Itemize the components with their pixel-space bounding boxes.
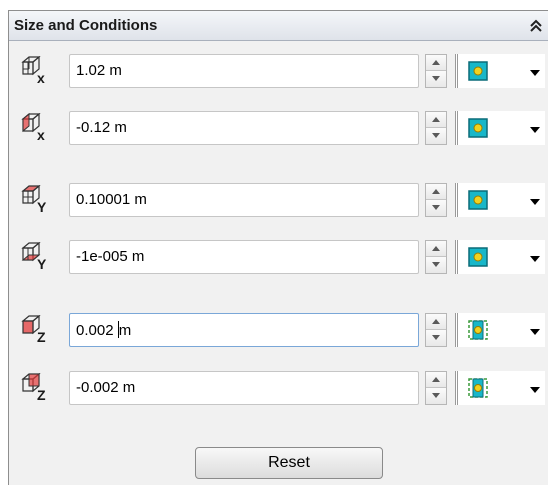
z-min-input[interactable]: -0.002 m [69,371,419,405]
dropdown-arrow-icon[interactable] [530,127,540,133]
x-min-input[interactable]: -0.12 m [69,111,419,145]
spin-down-button[interactable] [426,388,446,404]
size-row-x-positive: x 1.02 m [9,54,548,94]
reset-button[interactable]: Reset [195,447,383,479]
spin-down-button[interactable] [426,200,446,216]
spin-up-button[interactable] [426,112,446,128]
panel-title: Size and Conditions [14,17,158,34]
axis-label: Y [37,199,47,215]
axis-label: Y [37,256,47,272]
size-row-z-negative: Z -0.002 m [9,371,548,411]
panel-header[interactable]: Size and Conditions [9,11,548,41]
dropdown-arrow-icon[interactable] [530,329,540,335]
box-z-positive-icon: Z [19,314,49,345]
spin-up-button[interactable] [426,241,446,257]
box-y-negative-icon: Y [19,241,49,272]
dropdown-arrow-icon[interactable] [530,387,540,393]
dropdown-arrow-icon[interactable] [530,199,540,205]
z-max-value: 0.002 m [76,321,132,339]
box-y-positive-icon: Y [19,184,49,215]
spin-up-button[interactable] [426,184,446,200]
z-min-spinner[interactable] [425,371,447,405]
spin-down-button[interactable] [426,330,446,346]
spin-up-button[interactable] [426,372,446,388]
x-max-spinner[interactable] [425,54,447,88]
axis-label: x [37,127,45,143]
size-row-z-positive: Z 0.002 m [9,313,548,353]
spin-down-button[interactable] [426,257,446,273]
y-max-spinner[interactable] [425,183,447,217]
condition-fixed-icon [468,190,488,210]
y-min-input[interactable]: -1e-005 m [69,240,419,274]
axis-label: Z [37,387,46,403]
condition-dashed-icon [468,378,488,398]
z-min-condition-dropdown[interactable] [455,371,545,405]
collapse-chevron-icon[interactable] [529,19,543,33]
condition-fixed-icon [468,61,488,81]
y-min-spinner[interactable] [425,240,447,274]
condition-fixed-icon [468,247,488,267]
x-max-condition-dropdown[interactable] [455,54,545,88]
z-max-input[interactable]: 0.002 m [69,313,419,347]
spin-up-button[interactable] [426,55,446,71]
axis-label: x [37,70,45,86]
dropdown-arrow-icon[interactable] [530,256,540,262]
spin-down-button[interactable] [426,71,446,87]
box-z-negative-icon: Z [19,372,49,403]
x-max-input[interactable]: 1.02 m [69,54,419,88]
axis-label: Z [37,329,46,345]
z-max-spinner[interactable] [425,313,447,347]
y-max-condition-dropdown[interactable] [455,183,545,217]
size-row-x-negative: x -0.12 m [9,111,548,151]
size-and-conditions-panel: Size and Conditions x 1.02 m x -0.12 m Y… [8,10,548,485]
text-caret [117,321,119,338]
size-row-y-negative: Y -1e-005 m [9,240,548,280]
size-row-y-positive: Y 0.10001 m [9,183,548,223]
y-min-condition-dropdown[interactable] [455,240,545,274]
box-x-negative-icon: x [19,112,49,143]
z-max-condition-dropdown[interactable] [455,313,545,347]
x-min-condition-dropdown[interactable] [455,111,545,145]
dropdown-arrow-icon[interactable] [530,70,540,76]
spin-up-button[interactable] [426,314,446,330]
spin-down-button[interactable] [426,128,446,144]
y-max-input[interactable]: 0.10001 m [69,183,419,217]
x-min-spinner[interactable] [425,111,447,145]
condition-fixed-icon [468,118,488,138]
box-x-positive-icon: x [19,55,49,86]
condition-dashed-icon [468,320,488,340]
